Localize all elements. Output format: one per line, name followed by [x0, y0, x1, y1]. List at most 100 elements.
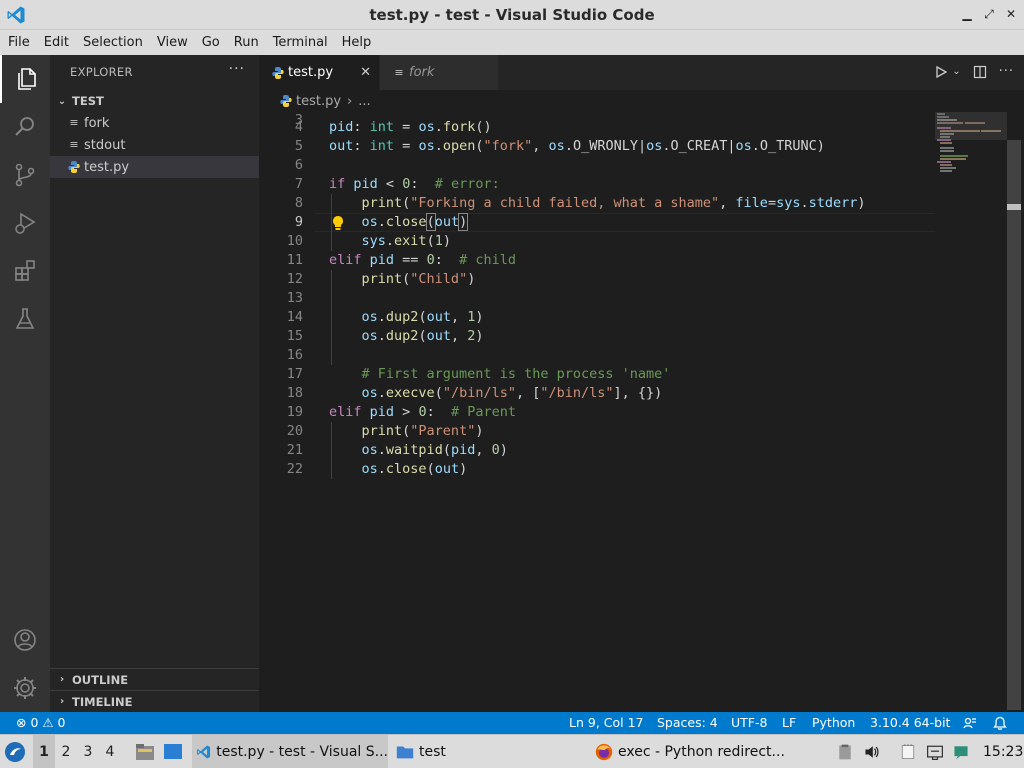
code-line: 19 elif pid > 0: # Parent [259, 403, 935, 422]
outline-section[interactable]: › OUTLINE [50, 668, 259, 690]
code-text: print("Forking a child failed, what a sh… [361, 195, 866, 211]
outline-label: OUTLINE [72, 672, 129, 687]
breadcrumb: test.py › ... [259, 90, 1024, 112]
indentation[interactable]: Spaces: 4 [657, 712, 718, 734]
tab-fork[interactable]: ≡ fork [380, 55, 498, 90]
encoding[interactable]: UTF-8 [731, 712, 767, 734]
vertical-scrollbar[interactable] [1007, 112, 1021, 712]
menu-terminal[interactable]: Terminal [266, 30, 335, 55]
workspace-2[interactable]: 2 [55, 735, 77, 768]
show-desktop-icon [164, 744, 182, 759]
scrollbar-thumb[interactable] [1007, 140, 1021, 710]
workspace-1[interactable]: 1 [33, 735, 55, 768]
code-line: 15 os.dup2(out, 2) [259, 327, 935, 346]
run-dropdown-chevron-icon[interactable]: ⌄ [952, 66, 960, 77]
feedback-icon[interactable] [963, 716, 977, 730]
run-python-file-icon[interactable] [934, 65, 948, 79]
problems-indicator[interactable]: ⊗ 0 ⚠ 0 [16, 712, 66, 734]
testing-activity[interactable] [0, 295, 50, 343]
explorer-sidebar: EXPLORER ··· ⌄ TEST ≡ fork ≡ stdout test… [50, 55, 259, 712]
task-folder[interactable]: test [395, 735, 446, 768]
tab-test-py[interactable]: test.py ✕ [259, 55, 379, 90]
file-item-fork[interactable]: ≡ fork [50, 112, 259, 134]
code-text: os.waitpid(pid, 0) [361, 442, 508, 458]
chevron-right-icon: › [59, 674, 65, 685]
vscode-logo-icon [7, 6, 25, 24]
menu-go[interactable]: Go [195, 30, 227, 55]
notifications-bell-icon[interactable] [993, 716, 1007, 730]
cursor-position[interactable]: Ln 9, Col 17 [569, 712, 644, 734]
file-item-stdout[interactable]: ≡ stdout [50, 134, 259, 156]
minimize-button[interactable]: ▁ [960, 6, 974, 22]
menu-view[interactable]: View [150, 30, 195, 55]
tray-volume[interactable] [863, 735, 881, 768]
menu-run[interactable]: Run [227, 30, 266, 55]
file-lines-icon: ≡ [69, 116, 79, 129]
tray-network[interactable] [926, 735, 944, 768]
title-bar: test.py - test - Visual Studio Code ▁ ⤢ … [0, 0, 1024, 30]
run-debug-icon [15, 212, 36, 234]
line-number: 19 [286, 404, 303, 420]
workspace-4[interactable]: 4 [99, 735, 121, 768]
task-browser[interactable]: exec - Python redirect... [594, 735, 785, 768]
run-debug-activity[interactable] [0, 199, 50, 247]
task-vscode[interactable]: test.py - test - Visual S... [192, 735, 388, 768]
code-text: os.dup2(out, 2) [361, 328, 484, 344]
search-activity[interactable] [0, 103, 50, 151]
close-tab-button[interactable]: ✕ [360, 65, 371, 80]
explorer-activity[interactable] [0, 55, 50, 103]
code-text: os.dup2(out, 1) [361, 309, 484, 325]
breadcrumb-file[interactable]: test.py [296, 94, 341, 109]
folder-test[interactable]: ⌄ TEST [50, 90, 259, 112]
tray-clipboard[interactable] [836, 735, 854, 768]
maximize-button[interactable]: ⤢ [982, 6, 996, 22]
breadcrumb-symbols[interactable]: ... [358, 94, 370, 109]
editor-actions: ⌄ ··· [934, 64, 1014, 79]
language-mode[interactable]: Python [812, 712, 855, 734]
minimap[interactable] [935, 112, 1007, 712]
code-text: os.close(out) [361, 213, 469, 231]
launcher-desktop[interactable] [162, 735, 184, 768]
tab-label: fork [409, 65, 435, 80]
more-actions-icon[interactable]: ··· [999, 64, 1014, 79]
close-window-button[interactable]: ✕ [1004, 6, 1018, 22]
lightbulb-icon[interactable] [331, 215, 345, 231]
clock[interactable]: 15:23 [983, 735, 1023, 768]
workspace-3[interactable]: 3 [77, 735, 99, 768]
launcher-files[interactable] [134, 735, 156, 768]
menu-file[interactable]: File [1, 30, 37, 55]
start-menu-button[interactable] [4, 735, 26, 768]
manage-activity[interactable] [0, 664, 50, 712]
menu-edit[interactable]: Edit [37, 30, 76, 55]
extensions-activity[interactable] [0, 247, 50, 295]
file-item-test-py[interactable]: test.py [50, 156, 259, 178]
breadcrumb-separator: › [347, 93, 353, 109]
firefox-icon [595, 743, 613, 761]
extensions-icon [15, 260, 35, 281]
python-icon [272, 66, 284, 79]
line-number: 9 [294, 214, 303, 230]
end-of-line[interactable]: LF [782, 712, 796, 734]
gear-icon [14, 677, 36, 699]
more-actions-button[interactable]: ··· [229, 61, 245, 77]
tray-notes[interactable] [899, 735, 917, 768]
menu-selection[interactable]: Selection [76, 30, 150, 55]
line-number: 13 [286, 290, 303, 306]
code-line: 6 [259, 156, 935, 175]
minimap-slider[interactable] [935, 112, 1007, 140]
vscode-window: test.py - test - Visual Studio Code ▁ ⤢ … [0, 0, 1024, 768]
timeline-section[interactable]: › TIMELINE [50, 690, 259, 712]
split-editor-icon[interactable] [973, 65, 987, 79]
source-control-activity[interactable] [0, 151, 50, 199]
accounts-activity[interactable] [0, 616, 50, 664]
code-text: os.execve("/bin/ls", ["/bin/ls"], {}) [361, 385, 663, 401]
python-interpreter[interactable]: 3.10.4 64-bit [870, 712, 950, 734]
line-number: 10 [286, 233, 303, 249]
tray-updates[interactable] [952, 735, 970, 768]
taskbar: 1 2 3 4 test.py - test - Visual S... tes… [0, 734, 1024, 768]
files-icon [18, 68, 36, 90]
menu-help[interactable]: Help [335, 30, 379, 55]
workspace-switcher: 1 2 3 4 [33, 735, 121, 768]
line-number: 8 [294, 195, 303, 211]
code-editor[interactable]: 3 4 pid: int = os.fork() 5 out: int = os.o… [259, 112, 935, 712]
